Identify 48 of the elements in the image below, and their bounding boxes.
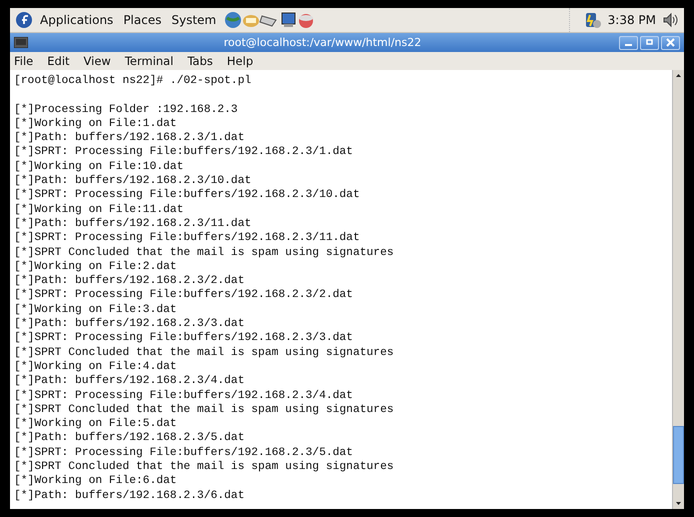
menu-item[interactable]: Help: [226, 54, 254, 68]
terminal-line: [*]Path: buffers/192.168.2.3/2.dat: [14, 274, 246, 288]
close-button[interactable]: [661, 36, 680, 50]
terminal-line: [*]SPRT: Processing File:buffers/192.168.2.3/2.dat: [14, 288, 354, 303]
terminal-line: [*]SPRT: Processing File:buffers/192.168.2.3/5.dat: [14, 446, 354, 460]
close-icon: [666, 38, 675, 47]
menu-item[interactable]: Edit: [47, 54, 70, 68]
terminal-line: [*]Working on File:10.dat: [14, 160, 184, 174]
terminal-line: [*]SPRT Concluded that the mail is spam using signatures: [14, 402, 395, 418]
terminal-line: [*]Working on File:5.dat: [14, 417, 178, 432]
terminal-line: [*]SPRT: Processing File:buffers/192.168.2.3/11.dat: [14, 231, 361, 246]
terminal-line: [*]Path: buffers/192.168.2.3/10.dat: [14, 174, 252, 188]
panel-menu[interactable]: Places: [121, 13, 164, 27]
menu-item[interactable]: Tabs: [187, 54, 213, 68]
terminal-line: [*]SPRT: Processing File:buffers/192.168.2.3/1.dat: [14, 145, 354, 160]
terminal-line: [*]SPRT Concluded that the mail is spam using signatures: [14, 346, 395, 360]
maximize-icon: [645, 38, 654, 47]
terminal-line: [*]Working on File:1.dat: [14, 116, 178, 132]
terminal-line: [*]Working on File:11.dat: [14, 202, 184, 217]
terminal-line: [*]Working on File:2.dat: [14, 260, 178, 274]
window-title: root@localhost:/var/www/html/ns22: [222, 36, 422, 49]
panel-menu[interactable]: Applications: [38, 13, 116, 27]
terminal-line: [*]Path: buffers/192.168.2.3/4.dat: [14, 374, 246, 389]
terminal-line: [*]Working on File:6.dat: [14, 474, 178, 489]
terminal-line: [*]Working on File:3.dat: [14, 302, 178, 318]
minimize-button[interactable]: [619, 36, 638, 50]
terminal-line: [*]SPRT Concluded that the mail is spam using signatures: [14, 460, 395, 474]
terminal-line: [*]Path: buffers/192.168.2.3/6.dat: [14, 488, 246, 503]
terminal-line: [*]Path: buffers/192.168.2.3/11.dat: [14, 216, 252, 232]
terminal-line: [*]SPRT: Processing File:buffers/192.168.2.3/10.dat: [14, 188, 361, 203]
terminal-line: [*]Processing Folder :192.168.2.3: [14, 102, 239, 117]
menu-item[interactable]: File: [14, 54, 34, 68]
command-prompt: [root@localhost ns22]# ./02-spot.pl: [14, 74, 252, 88]
panel-menu[interactable]: System: [169, 13, 218, 27]
scrollbar-thumb[interactable]: [673, 426, 684, 484]
terminal-line: [*]Path: buffers/192.168.2.3/1.dat: [14, 131, 246, 146]
menu-item[interactable]: Terminal: [124, 54, 174, 68]
volume-icon[interactable]: [662, 12, 678, 28]
terminal-line: [*]Path: buffers/192.168.2.3/5.dat: [14, 431, 246, 446]
terminal-line: [*]SPRT: Processing File:buffers/192.168.2.3/4.dat: [14, 388, 354, 403]
clock[interactable]: 3:38 PM: [608, 13, 656, 27]
terminal-line: [*]Working on File:4.dat: [14, 360, 178, 374]
menu-item[interactable]: View: [84, 54, 111, 68]
terminal-line: [*]Path: buffers/192.168.2.3/3.dat: [14, 317, 246, 332]
terminal-line: [*]SPRT Concluded that the mail is spam using signatures: [14, 246, 395, 260]
maximize-button[interactable]: [640, 36, 659, 50]
scrollbar[interactable]: [672, 70, 684, 509]
terminal-line: [*]SPRT: Processing File:buffers/192.168.2.3/3.dat: [14, 331, 354, 346]
